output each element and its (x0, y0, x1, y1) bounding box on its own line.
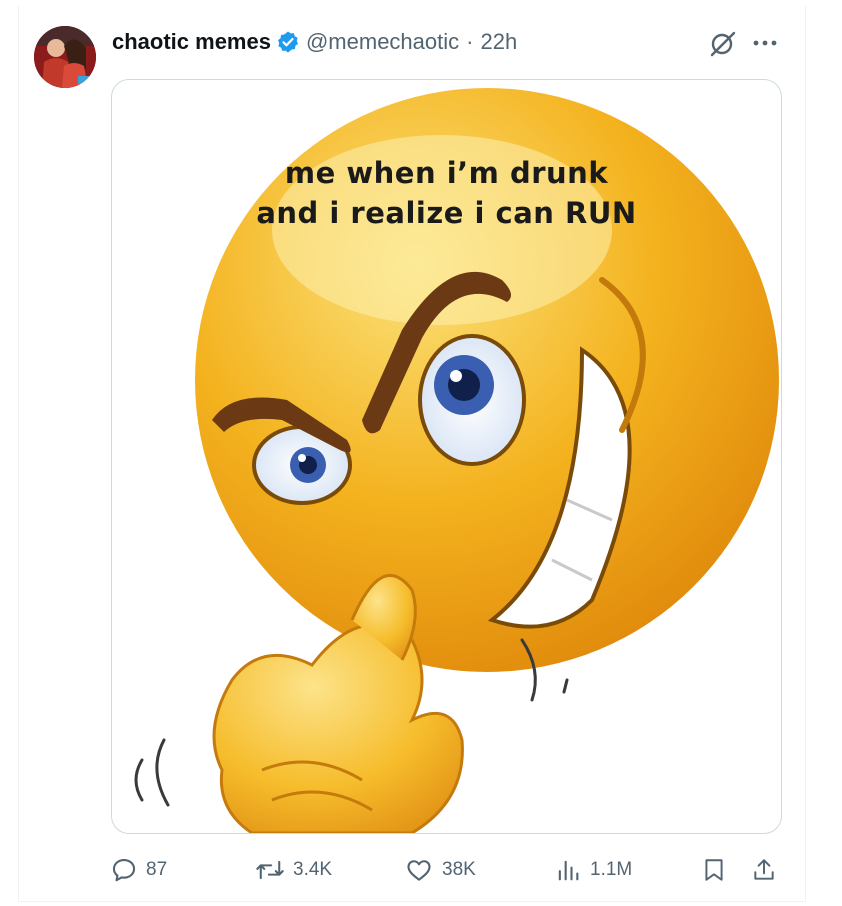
like-count: 38K (442, 859, 476, 880)
separator-dot: · (466, 29, 474, 54)
share-button[interactable] (751, 848, 777, 892)
meme-caption-line-2: and i realize i can RUN (256, 196, 637, 230)
tweet-image[interactable]: me when i’m drunk and i realize i can RU… (111, 79, 782, 834)
avatar[interactable] (34, 26, 96, 88)
repost-button[interactable]: 3.4K (255, 848, 332, 892)
more-icon[interactable] (748, 26, 782, 60)
tweet-header: chaotic memes @memechaotic · 22h (112, 28, 517, 56)
timestamp[interactable]: 22h (480, 29, 517, 55)
reply-icon (112, 859, 136, 882)
views-count: 1.1M (590, 859, 633, 880)
bookmark-icon (705, 859, 723, 881)
views-icon (558, 860, 579, 881)
grok-icon[interactable] (706, 26, 740, 60)
emoji-illustration (134, 88, 779, 833)
meme-caption-line-1: me when i’m drunk (284, 156, 609, 190)
user-handle[interactable]: @memechaotic (306, 29, 459, 55)
like-icon (407, 860, 431, 881)
reply-button[interactable]: 87 (110, 848, 167, 892)
verified-badge-icon (276, 30, 300, 54)
share-icon (754, 859, 774, 880)
views-button[interactable]: 1.1M (554, 848, 632, 892)
bookmark-button[interactable] (701, 848, 727, 892)
like-button[interactable]: 38K (404, 848, 476, 892)
tweet-actions-bar: 87 3.4K 38K 1.1M (0, 848, 842, 892)
repost-count: 3.4K (293, 859, 333, 880)
display-name[interactable]: chaotic memes (112, 29, 271, 55)
reply-count: 87 (146, 859, 168, 880)
repost-icon (256, 860, 284, 880)
